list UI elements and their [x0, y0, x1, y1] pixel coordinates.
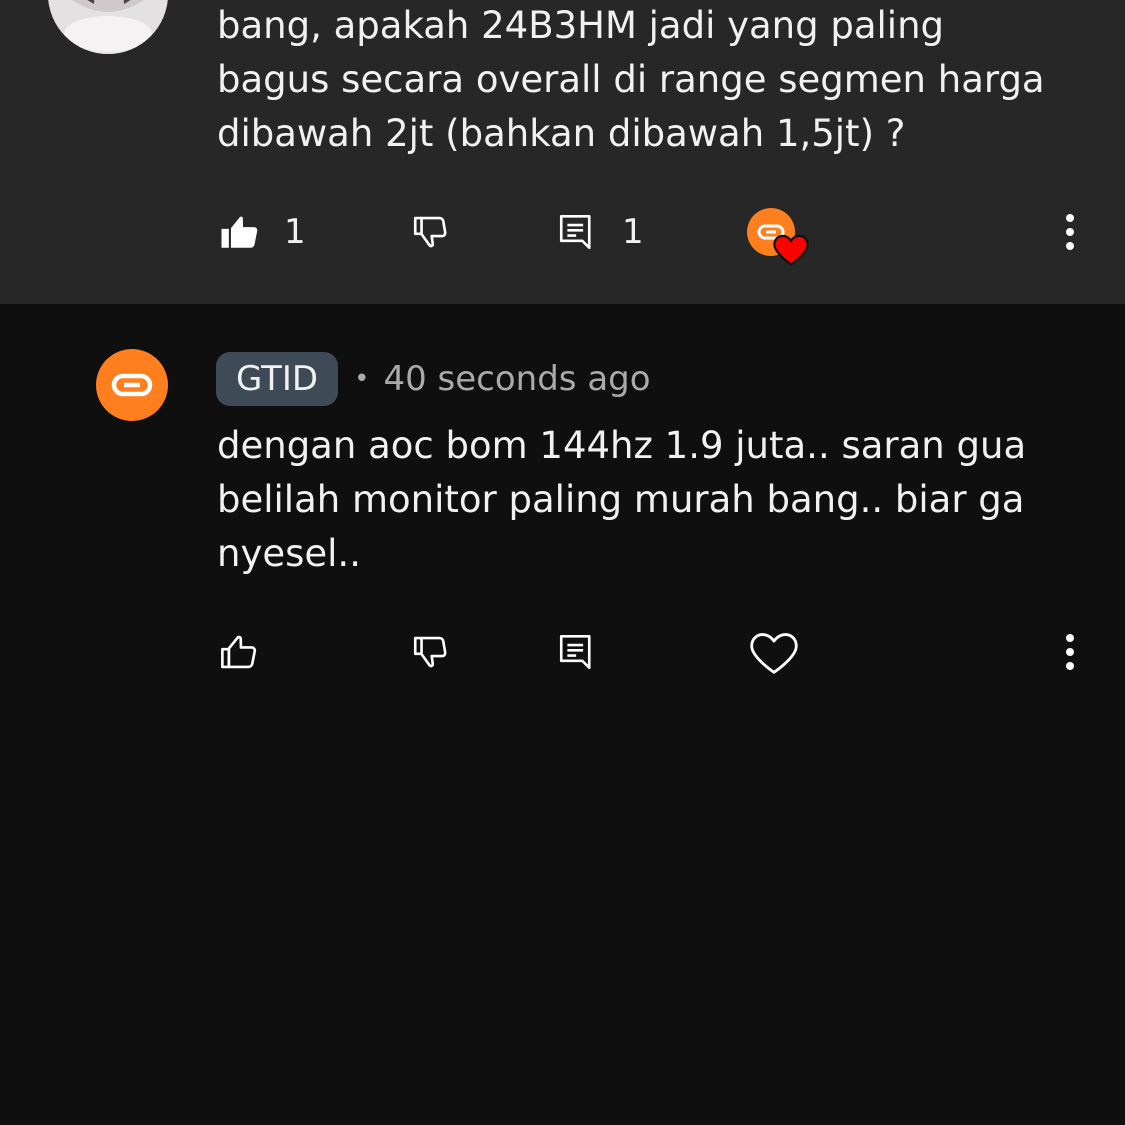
avatar[interactable]	[96, 349, 168, 421]
comment-actions	[0, 622, 1125, 682]
timestamp: 40 seconds ago	[383, 359, 651, 399]
comment-reply-icon	[559, 634, 591, 670]
reply-button[interactable]	[556, 622, 598, 682]
heart-button[interactable]	[746, 622, 802, 682]
link-icon	[111, 373, 153, 397]
more-options-button[interactable]	[1052, 622, 1088, 682]
thumbs-up-icon	[221, 635, 257, 669]
more-vertical-icon	[1066, 634, 1074, 670]
comment-text: dengan aoc bom 144hz 1.9 juta.. saran gu…	[217, 424, 1027, 575]
author-name-chip[interactable]: GTID	[216, 352, 339, 406]
dislike-button[interactable]	[410, 622, 452, 682]
thumbs-down-icon	[413, 636, 447, 668]
comment-header: GTID • 40 seconds ago	[216, 352, 651, 406]
separator-dot: •	[354, 364, 370, 394]
heart-icon	[750, 633, 798, 674]
reply-comment: GTID • 40 seconds ago dengan aoc bom 144…	[0, 304, 1125, 1125]
comments-page: bang, apakah 24B3HM jadi yang paling bag…	[0, 0, 1125, 1125]
like-button[interactable]	[218, 622, 260, 682]
